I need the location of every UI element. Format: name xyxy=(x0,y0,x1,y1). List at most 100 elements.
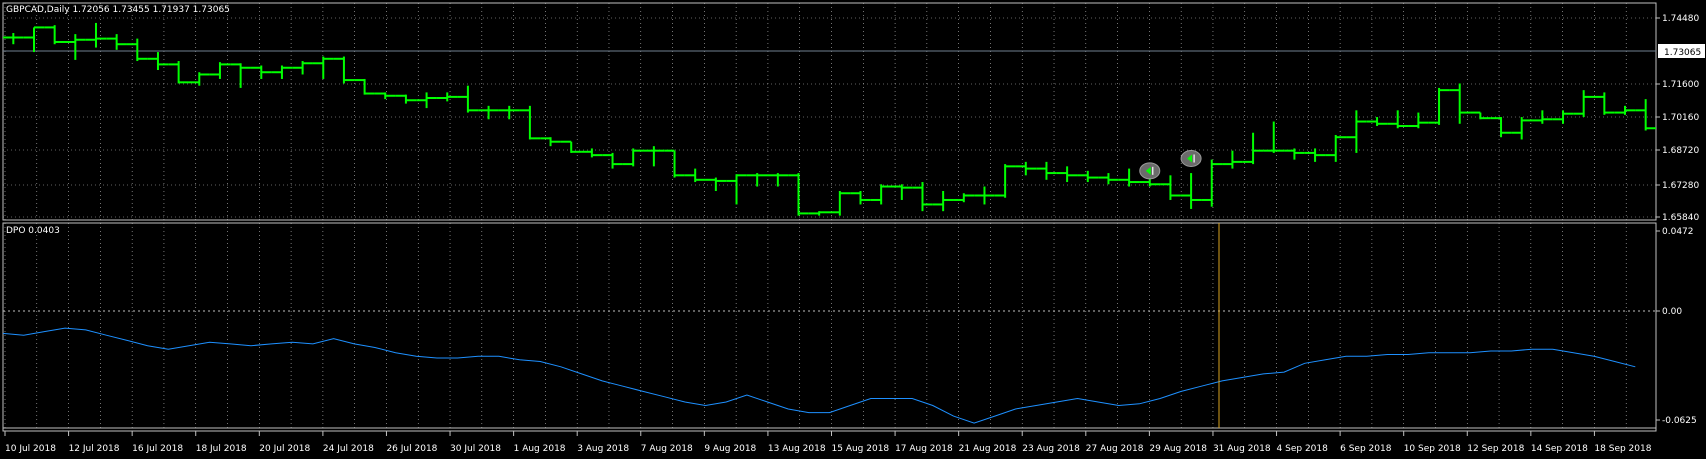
price-pane[interactable]: GBPCAD,Daily 1.72056 1.73455 1.71937 1.7… xyxy=(2,2,1657,221)
ohlc-bar xyxy=(106,34,127,50)
ohlc-bar xyxy=(1635,99,1656,131)
ohlc-bar xyxy=(1036,161,1057,180)
indicator-axis-label: -0.0625 xyxy=(1662,416,1697,426)
ohlc-bar xyxy=(602,152,623,169)
date-axis-label: 12 Jul 2018 xyxy=(69,444,120,454)
ohlc-bar xyxy=(1098,173,1119,185)
ohlc-bar xyxy=(23,26,45,53)
ohlc-bar xyxy=(168,61,189,84)
ohlc-bar xyxy=(126,38,148,62)
ohlc-bar xyxy=(1614,105,1636,115)
main-chart-title: GBPCAD,Daily 1.72056 1.73455 1.71937 1.7… xyxy=(6,5,230,15)
ohlc-bar xyxy=(1325,134,1347,162)
ohlc-bar xyxy=(1470,111,1491,120)
ohlc-bar xyxy=(808,211,830,216)
date-axis-label: 7 Aug 2018 xyxy=(641,444,693,454)
price-pane-border xyxy=(2,2,1657,221)
ohlc-bar xyxy=(64,34,86,60)
current-price-label: 1.73065 xyxy=(1658,44,1705,58)
indicator-axis-label: 0.00 xyxy=(1662,307,1682,317)
indicator-pane[interactable]: DPO 0.0403 xyxy=(2,222,1657,432)
indicator-axis-label: 0.0472 xyxy=(1662,227,1694,237)
ohlc-bar xyxy=(870,184,892,205)
chart-canvas[interactable]: GBPCAD,Daily 1.72056 1.73455 1.71937 1.7… xyxy=(0,0,1706,459)
ohlc-bar xyxy=(1263,121,1285,153)
date-axis-label: 3 Aug 2018 xyxy=(577,444,629,454)
date-axis-label: 27 Aug 2018 xyxy=(1086,444,1144,454)
date-axis-label: 1 Aug 2018 xyxy=(514,444,566,454)
ohlc-bar xyxy=(1304,148,1326,162)
price-axis-label: 1.71600 xyxy=(1662,80,1699,90)
ohlc-bar xyxy=(395,94,417,104)
date-axis-label: 21 Aug 2018 xyxy=(959,444,1017,454)
trade-marker-icon[interactable] xyxy=(1180,150,1202,168)
ohlc-bar xyxy=(1242,132,1264,165)
indicator-axis[interactable]: 0.0472 0.00 -0.0625 xyxy=(1656,227,1697,426)
price-axis-label: 1.67280 xyxy=(1662,181,1699,191)
ohlc-bar xyxy=(1222,150,1243,169)
date-axis-label: 29 Aug 2018 xyxy=(1149,444,1207,454)
ohlc-bar xyxy=(1366,117,1388,127)
ohlc-bar xyxy=(891,184,913,200)
ohlc-bar xyxy=(250,65,272,79)
ohlc-bar xyxy=(333,56,355,84)
ohlc-bar xyxy=(684,168,706,183)
date-axis-label: 9 Aug 2018 xyxy=(704,444,756,454)
ohlc-bar xyxy=(1180,173,1202,209)
indicator-pane-border xyxy=(2,222,1657,429)
ohlc-bar xyxy=(540,137,561,147)
ohlc-bar xyxy=(932,191,954,212)
ohlc-bar xyxy=(726,174,747,205)
ohlc-bar xyxy=(1284,148,1305,160)
date-axis-label: 30 Jul 2018 xyxy=(450,444,501,454)
mt4-chart-window[interactable]: GBPCAD,Daily 1.72056 1.73455 1.71937 1.7… xyxy=(0,0,1706,459)
date-axis-label: 10 Sep 2018 xyxy=(1404,444,1461,454)
date-axis[interactable]: 10 Jul 2018 12 Jul 2018 16 Jul 2018 18 Jul … xyxy=(4,431,1652,454)
ohlc-bar xyxy=(994,164,1016,198)
date-axis-label: 24 Jul 2018 xyxy=(323,444,374,454)
ohlc-bar xyxy=(1056,166,1078,183)
indicator-title: DPO 0.0403 xyxy=(6,226,60,236)
date-axis-label: 18 Sep 2018 xyxy=(1594,444,1651,454)
trade-marker-icon[interactable] xyxy=(1139,162,1161,180)
ohlc-bar xyxy=(1387,110,1409,129)
ohlc-bar xyxy=(1160,175,1181,200)
ohlc-bar xyxy=(1594,92,1615,115)
ohlc-bar xyxy=(1573,90,1595,118)
price-grid xyxy=(3,3,1656,220)
indicator-pane-scroll-edge xyxy=(2,427,1657,432)
current-price-text: 1.73065 xyxy=(1664,48,1701,58)
date-axis-label: 13 Aug 2018 xyxy=(768,444,826,454)
dpo-line xyxy=(2,327,1636,424)
ohlc-bar xyxy=(974,186,995,205)
ohlc-bar xyxy=(85,22,107,48)
ohlc-bar xyxy=(1428,87,1450,125)
price-axis-label: 1.74480 xyxy=(1662,14,1699,24)
ohlc-bar xyxy=(643,146,665,167)
ohlc-bar xyxy=(1118,168,1140,187)
ohlc-bar xyxy=(1490,117,1512,138)
ohlc-bar xyxy=(705,177,727,192)
ohlc-bar xyxy=(829,191,851,216)
ohlc-bar xyxy=(457,85,479,113)
ohlc-bars xyxy=(3,22,1656,216)
date-axis-label: 12 Sep 2018 xyxy=(1467,444,1524,454)
ohlc-bar xyxy=(1408,112,1429,129)
indicator-grid xyxy=(4,223,1627,428)
ohlc-bar xyxy=(746,173,768,187)
ohlc-bar xyxy=(664,149,685,178)
ohlc-bar xyxy=(767,173,789,187)
ohlc-bar xyxy=(1511,117,1533,140)
ohlc-bar xyxy=(354,78,375,95)
date-axis-label: 10 Jul 2018 xyxy=(5,444,56,454)
date-axis-label: 26 Jul 2018 xyxy=(386,444,437,454)
ohlc-bar xyxy=(788,173,809,216)
date-axis-label: 4 Sep 2018 xyxy=(1277,444,1329,454)
date-axis-label: 15 Aug 2018 xyxy=(832,444,890,454)
ohlc-bar xyxy=(374,92,396,100)
ohlc-bar xyxy=(912,182,933,212)
ohlc-bar xyxy=(147,52,169,70)
date-axis-label: 6 Sep 2018 xyxy=(1340,444,1392,454)
ohlc-bar xyxy=(1201,159,1223,207)
ohlc-bar xyxy=(44,25,65,45)
